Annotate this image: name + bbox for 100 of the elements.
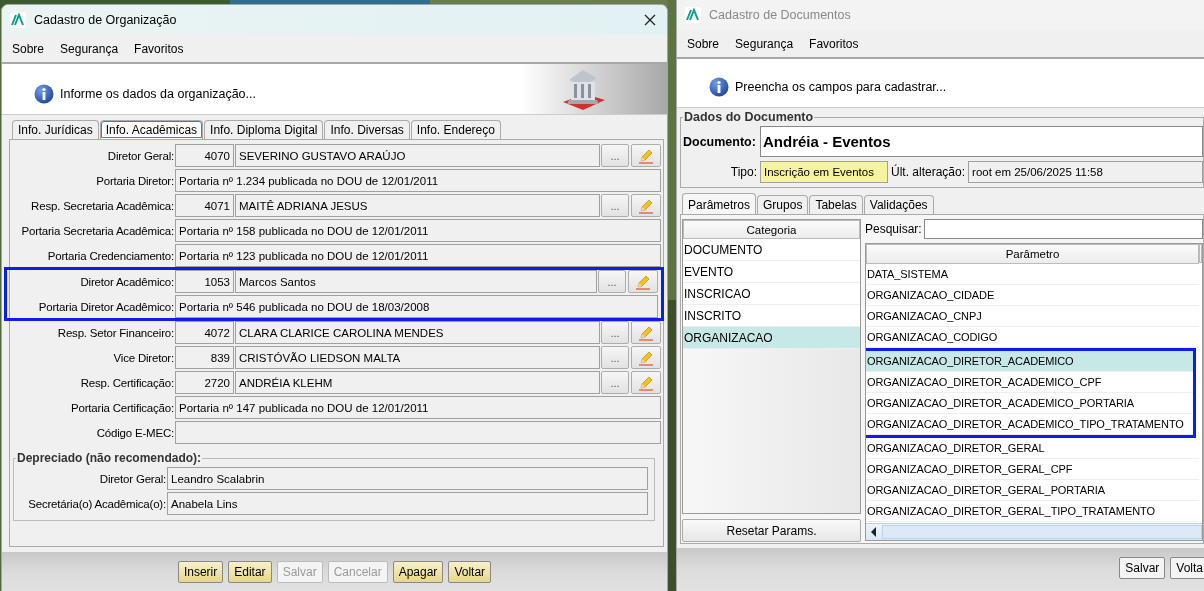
edit-button[interactable]: [631, 321, 661, 344]
tab[interactable]: Grupos: [757, 195, 809, 214]
parameter-row[interactable]: ORGANIZACAO_DIRETOR_ACADEMICO_CPF: [866, 372, 1193, 393]
footer-button[interactable]: Salvar: [1119, 557, 1166, 579]
menu-item[interactable]: Segurança: [735, 36, 794, 51]
parameter-row[interactable]: ORGANIZACAO_CODIGO: [866, 327, 1199, 348]
text-field[interactable]: Leandro Scalabrin: [167, 467, 648, 490]
tab[interactable]: Tabelas: [809, 195, 863, 214]
name-field[interactable]: CLARA CLARICE CAROLINA MENDES: [235, 321, 600, 344]
menu-item[interactable]: Sobre: [687, 36, 720, 51]
edit-button[interactable]: [631, 346, 661, 369]
scrollbar[interactable]: [866, 523, 1202, 540]
footer-button[interactable]: Inserir: [177, 561, 224, 583]
app-logo-icon: [10, 12, 26, 28]
lookup-button[interactable]: ...: [598, 270, 626, 293]
code-field[interactable]: 1053: [175, 270, 234, 293]
window-title: Cadastro de Organização: [34, 13, 177, 27]
text-field[interactable]: Portaria nº 546 publicada no DOU de 18/03/2008: [175, 295, 658, 318]
parameter-row[interactable]: ORGANIZACAO_DIRETOR_GERAL_TIPO_TRATAMENTO: [866, 501, 1199, 522]
name-field[interactable]: ANDRÉIA KLEHM: [235, 371, 600, 394]
text-field[interactable]: Portaria nº 1.234 publicada no DOU de 12/01/2011: [175, 169, 661, 192]
tab[interactable]: Parâmetros: [682, 193, 757, 214]
pencil-icon: [638, 374, 654, 391]
lookup-button[interactable]: ...: [601, 346, 629, 369]
parameter-row[interactable]: ORGANIZACAO_DIRETOR_GERAL: [866, 438, 1199, 459]
menu-item[interactable]: Favoritos: [809, 36, 859, 51]
tab[interactable]: Info. Endereço: [410, 120, 501, 139]
field-label: Diretor Geral:: [106, 149, 174, 162]
edit-button[interactable]: [631, 144, 661, 167]
pencil-icon: [638, 324, 654, 341]
document-field[interactable]: Andréia - Eventos: [760, 126, 1203, 157]
footer-button[interactable]: Voltar: [448, 561, 492, 583]
category-item[interactable]: ORGANIZACAO: [683, 327, 860, 349]
field-label: Portaria Diretor:: [95, 174, 174, 187]
parameter-row[interactable]: ORGANIZACAO_CIDADE: [866, 285, 1199, 306]
group-title: Dados do Documento: [683, 110, 815, 124]
code-field[interactable]: 4072: [175, 321, 234, 344]
name-field[interactable]: MAITÊ ADRIANA JESUS: [235, 194, 600, 217]
reset-button[interactable]: Resetar Params.: [682, 519, 861, 542]
field-label: Portaria Secretaria Acadêmica:: [20, 224, 174, 237]
text-field[interactable]: Portaria nº 158 publicada no DOU de 12/01/2011: [175, 219, 661, 242]
lookup-button[interactable]: ...: [601, 321, 629, 344]
code-field[interactable]: 4070: [175, 144, 234, 167]
search-field[interactable]: [923, 219, 1203, 239]
name-field[interactable]: Marcos Santos: [235, 270, 597, 293]
code-field[interactable]: 839: [175, 346, 234, 369]
edit-button[interactable]: [628, 270, 658, 293]
tab[interactable]: Info. Acadêmicas: [99, 120, 204, 139]
name-field[interactable]: SEVERINO GUSTAVO ARAÚJO: [235, 144, 600, 167]
category-item[interactable]: INSCRICAO: [683, 283, 860, 305]
info-icon: [34, 84, 54, 104]
info-text: Preencha os campos para cadastrar...: [735, 80, 947, 94]
app-logo-icon: [685, 7, 701, 23]
edit-button[interactable]: [631, 371, 661, 394]
name-field[interactable]: CRISTÓVÃO LIEDSON MALTA: [235, 346, 600, 369]
parameter-row[interactable]: ORGANIZACAO_DIRETOR_ACADEMICO_PORTARIA: [866, 393, 1193, 414]
field-label: Tipo:: [729, 165, 757, 179]
parameter-row[interactable]: DATA_SISTEMA: [866, 264, 1199, 285]
scroll-left-icon[interactable]: [870, 527, 878, 537]
text-field[interactable]: Portaria nº 123 publicada no DOU de 12/01/2011: [175, 244, 661, 267]
footer-button[interactable]: Volta: [1170, 557, 1204, 579]
category-item[interactable]: DOCUMENTO: [683, 239, 860, 261]
column-header[interactable]: Parâmetro: [866, 244, 1199, 264]
tab[interactable]: Validações: [863, 195, 934, 214]
field-label: Últ. alteração:: [891, 165, 966, 179]
field-label: Resp. Secretaria Acadêmica:: [30, 199, 174, 212]
menu-item[interactable]: Segurança: [60, 41, 119, 56]
lookup-button[interactable]: ...: [601, 194, 629, 217]
info-text: Informe os dados da organização...: [60, 87, 256, 101]
category-item[interactable]: EVENTO: [683, 261, 860, 283]
pencil-icon: [638, 197, 654, 214]
field-label: Vice Diretor:: [112, 351, 174, 364]
type-field[interactable]: Inscrição em Eventos: [760, 161, 888, 183]
parameter-row[interactable]: ORGANIZACAO_CNPJ: [866, 306, 1199, 327]
parameter-row[interactable]: ORGANIZACAO_DIRETOR_GERAL_CPF: [866, 459, 1199, 480]
lookup-button[interactable]: ...: [601, 371, 629, 394]
code-field[interactable]: 2720: [175, 371, 234, 394]
tab[interactable]: Info. Diploma Digital: [204, 120, 324, 139]
category-item[interactable]: INSCRITO: [683, 305, 860, 327]
parameter-row[interactable]: ORGANIZACAO_DIRETOR_ACADEMICO: [866, 351, 1193, 372]
menu-item[interactable]: Favoritos: [134, 41, 184, 56]
field-label: Secretária(o) Acadêmica(o):: [27, 497, 166, 510]
lookup-button[interactable]: ...: [601, 144, 629, 167]
edit-button[interactable]: [631, 194, 661, 217]
parameter-row[interactable]: ORGANIZACAO_DIRETOR_GERAL_PORTARIA: [866, 480, 1199, 501]
last-change-field[interactable]: root em 25/06/2025 11:58: [968, 161, 1203, 183]
tab[interactable]: Info. Diversas: [324, 120, 410, 139]
code-field[interactable]: 4071: [175, 194, 234, 217]
menu-item[interactable]: Sobre: [12, 41, 45, 56]
tab[interactable]: Info. Jurídicas: [12, 120, 99, 139]
text-field[interactable]: Anabela Lins: [167, 492, 648, 515]
column-header[interactable]: [1199, 244, 1202, 263]
text-field[interactable]: [175, 421, 661, 444]
pencil-icon: [635, 273, 651, 290]
footer-button[interactable]: Editar: [228, 561, 272, 583]
close-icon[interactable]: [644, 14, 656, 26]
column-header[interactable]: Categoria: [683, 220, 860, 239]
footer-button[interactable]: Apagar: [392, 561, 444, 583]
text-field[interactable]: Portaria nº 147 publicada no DOU de 12/01/2011: [175, 396, 661, 419]
parameter-row[interactable]: ORGANIZACAO_DIRETOR_ACADEMICO_TIPO_TRATAMENTO: [866, 414, 1193, 435]
